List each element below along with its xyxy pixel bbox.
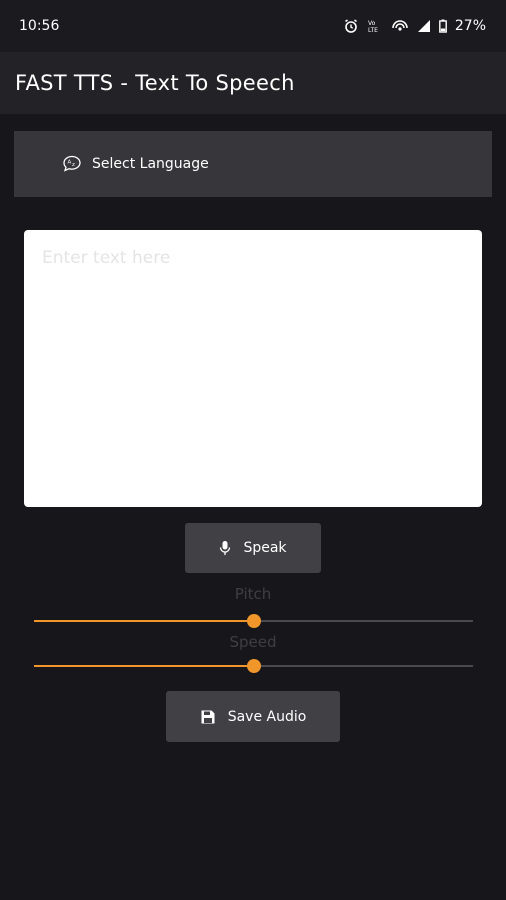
speed-fill [34, 665, 254, 667]
status-icons: Vo LTE 27% [343, 18, 486, 34]
svg-text:LTE: LTE [368, 27, 378, 34]
save-audio-button[interactable]: Save Audio [166, 691, 340, 742]
svg-text:A: A [68, 160, 72, 166]
status-bar: 10:56 Vo LTE 27% [0, 0, 506, 52]
signal-icon [417, 19, 431, 33]
pitch-thumb[interactable] [246, 614, 261, 628]
translate-chat-icon: Az [62, 155, 82, 173]
speed-label: Speed [229, 633, 277, 651]
volte-icon: Vo LTE [367, 18, 383, 34]
select-language-button[interactable]: Az Select Language [14, 131, 492, 197]
pitch-slider[interactable] [34, 611, 473, 631]
speak-label: Speak [243, 540, 287, 556]
status-time: 10:56 [19, 18, 60, 34]
app-title: FAST TTS - Text To Speech [15, 71, 295, 95]
save-icon [200, 709, 216, 725]
hotspot-icon [391, 18, 409, 34]
speed-thumb[interactable] [246, 659, 261, 673]
pitch-fill [34, 620, 254, 622]
battery-percent: 27% [454, 18, 486, 34]
mic-icon [219, 540, 231, 556]
app-bar: FAST TTS - Text To Speech [0, 52, 506, 114]
alarm-icon [343, 18, 359, 34]
svg-text:z: z [72, 162, 75, 168]
text-input[interactable] [24, 230, 482, 507]
save-audio-label: Save Audio [227, 708, 307, 725]
select-language-label: Select Language [92, 156, 209, 172]
svg-text:Vo: Vo [368, 20, 376, 27]
speak-button[interactable]: Speak [185, 523, 321, 573]
battery-icon [438, 19, 447, 33]
pitch-label: Pitch [234, 585, 272, 603]
speed-slider[interactable] [34, 656, 473, 676]
